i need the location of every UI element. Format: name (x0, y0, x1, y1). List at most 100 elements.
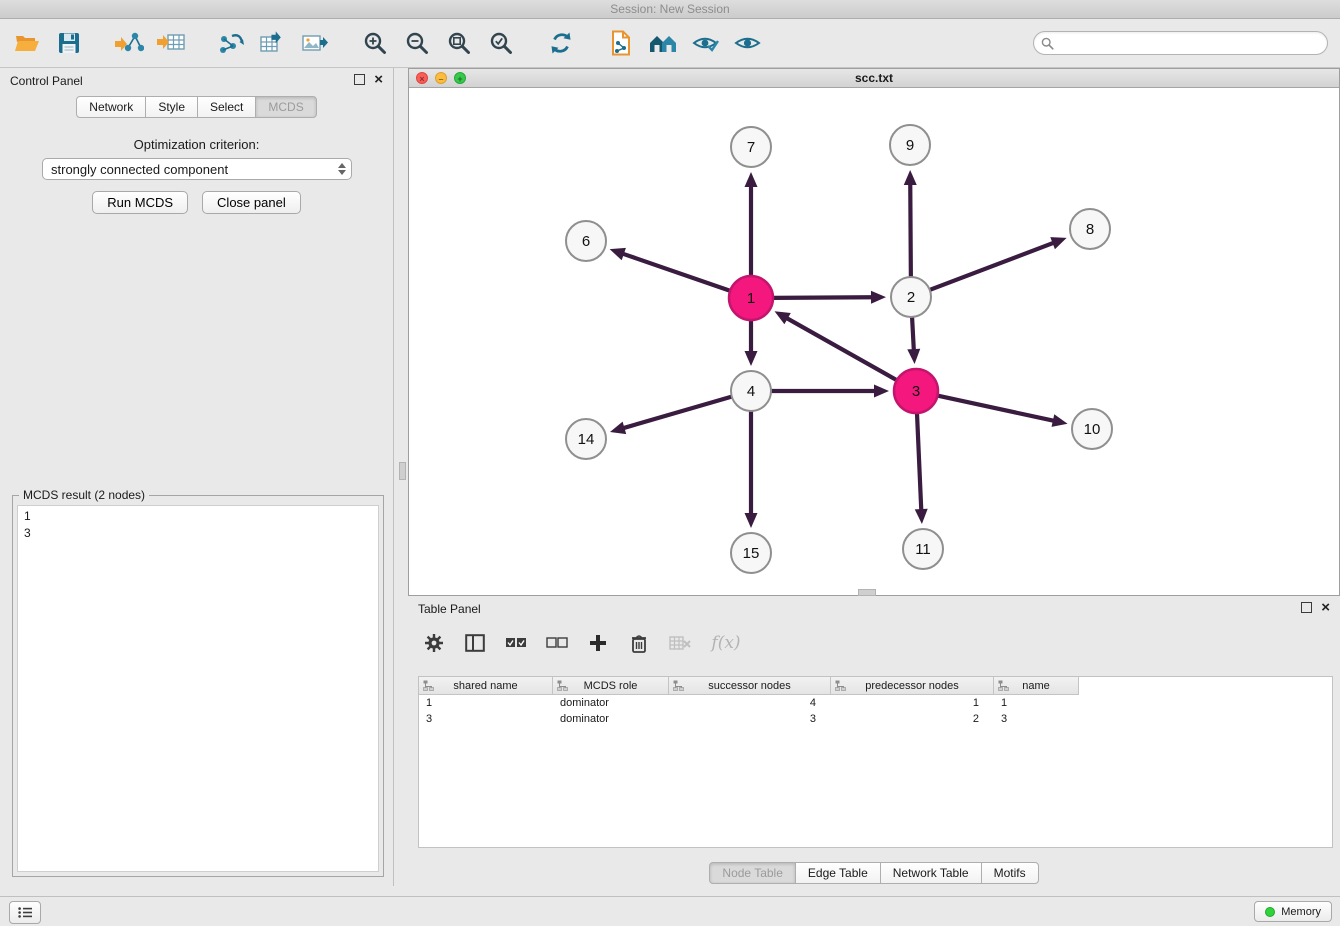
edge-2-8[interactable] (931, 237, 1067, 289)
memory-button[interactable]: Memory (1254, 901, 1332, 922)
status-menu-button[interactable] (9, 901, 41, 924)
show-all-networks-button[interactable] (644, 25, 682, 61)
eye-icon (734, 32, 761, 54)
tab-select[interactable]: Select (197, 96, 256, 118)
column-header-successor-nodes[interactable]: successor nodes (669, 677, 831, 695)
network-view-window: × – + scc.txt 7968124314101511 (408, 68, 1340, 596)
vertical-splitter-handle[interactable] (399, 462, 406, 480)
function-builder-button-disabled[interactable]: f(x) (709, 631, 743, 655)
close-window-icon[interactable]: × (416, 72, 428, 84)
export-image-button[interactable] (296, 25, 334, 61)
zoom-selected-button[interactable] (482, 25, 520, 61)
run-mcds-button[interactable]: Run MCDS (92, 191, 188, 214)
control-panel-header: Control Panel × (0, 68, 393, 94)
zoom-out-button[interactable] (398, 25, 436, 61)
graph-node-9[interactable]: 9 (890, 125, 930, 165)
node-table[interactable]: shared name MCDS role successor nodesprede… (418, 676, 1333, 848)
graph-node-14[interactable]: 14 (566, 419, 606, 459)
edge-4-14[interactable] (610, 397, 731, 434)
zoom-in-button[interactable] (356, 25, 394, 61)
close-panel-icon[interactable]: × (374, 74, 383, 85)
graph-node-4[interactable]: 4 (731, 371, 771, 411)
edge-1-6[interactable] (610, 248, 730, 291)
table-cell: 3 (994, 711, 1079, 727)
search-field[interactable] (1033, 31, 1328, 55)
tab-node-table[interactable]: Node Table (709, 862, 796, 884)
network-canvas-svg[interactable]: 7 9 6 8 1 2 4 3 14 10 15 11 (409, 87, 1339, 596)
graph-node-7[interactable]: 7 (731, 127, 771, 167)
edge-2-3[interactable] (907, 318, 920, 364)
tab-style[interactable]: Style (145, 96, 198, 118)
edge-1-4[interactable] (745, 321, 758, 366)
float-table-panel-icon[interactable] (1301, 602, 1312, 613)
import-network-button[interactable] (110, 25, 148, 61)
column-header-shared-name[interactable]: shared name (419, 677, 553, 695)
graph-node-1[interactable]: 1 (729, 276, 773, 320)
svg-text:1: 1 (747, 290, 755, 307)
plus-icon (589, 634, 607, 652)
criterion-select[interactable]: strongly connected component (42, 158, 352, 180)
memory-status-icon (1265, 907, 1275, 917)
tab-edge-table[interactable]: Edge Table (795, 862, 881, 884)
graph-node-2[interactable]: 2 (891, 277, 931, 317)
tab-network-table[interactable]: Network Table (880, 862, 982, 884)
table-row[interactable]: 1dominator411 (419, 695, 1332, 711)
import-network-icon (114, 31, 144, 55)
graph-node-3[interactable]: 3 (894, 369, 938, 413)
mcds-result-list: 13 (17, 505, 379, 872)
search-input[interactable] (1054, 36, 1327, 50)
deselect-all-columns-button[interactable] (545, 631, 569, 655)
show-graphics-details-button[interactable] (728, 25, 766, 61)
tab-motifs[interactable]: Motifs (981, 862, 1039, 884)
table-row[interactable]: 3dominator323 (419, 711, 1332, 727)
edge-1-2[interactable] (774, 291, 886, 304)
show-column-panel-button[interactable] (463, 631, 487, 655)
refresh-button[interactable] (542, 25, 580, 61)
float-panel-icon[interactable] (354, 74, 365, 85)
delete-column-button[interactable] (627, 631, 651, 655)
graph-node-11[interactable]: 11 (903, 529, 943, 569)
close-table-panel-icon[interactable]: × (1321, 602, 1330, 613)
network-canvas[interactable]: 7 9 6 8 1 2 4 3 14 10 15 11 (409, 87, 1339, 595)
close-panel-button[interactable]: Close panel (202, 191, 301, 214)
table-settings-button[interactable] (422, 631, 446, 655)
zoom-fit-button[interactable] (440, 25, 478, 61)
graph-node-10[interactable]: 10 (1072, 409, 1112, 449)
select-all-columns-button[interactable] (504, 631, 528, 655)
zoom-fit-icon (447, 31, 472, 56)
svg-text:15: 15 (743, 545, 760, 562)
export-network-button[interactable] (212, 25, 250, 61)
graph-node-6[interactable]: 6 (566, 221, 606, 261)
checked-boxes-icon (505, 637, 527, 649)
edge-1-7[interactable] (745, 172, 758, 275)
apply-style-button[interactable] (686, 25, 724, 61)
column-header-MCDS-role[interactable]: MCDS role (553, 677, 669, 695)
create-column-button[interactable] (586, 631, 610, 655)
column-header-predecessor-nodes[interactable]: predecessor nodes (831, 677, 994, 695)
minimize-window-icon[interactable]: – (435, 72, 447, 84)
save-session-button[interactable] (50, 25, 88, 61)
unchecked-boxes-icon (546, 637, 568, 649)
tab-network[interactable]: Network (76, 96, 146, 118)
edge-3-10[interactable] (938, 396, 1067, 427)
edge-3-11[interactable] (915, 414, 928, 524)
new-session-document-button[interactable] (602, 25, 640, 61)
import-table-button[interactable] (152, 25, 190, 61)
open-session-button[interactable] (8, 25, 46, 61)
document-network-icon (609, 30, 633, 56)
gear-icon (424, 633, 444, 653)
horizontal-splitter-handle[interactable] (858, 589, 876, 596)
column-label: MCDS role (584, 680, 638, 692)
edge-4-15[interactable] (745, 412, 758, 528)
export-table-button[interactable] (254, 25, 292, 61)
graph-node-8[interactable]: 8 (1070, 209, 1110, 249)
edge-2-9[interactable] (904, 170, 917, 276)
edge-4-3[interactable] (772, 385, 889, 398)
tab-mcds[interactable]: MCDS (255, 96, 316, 118)
graph-node-15[interactable]: 15 (731, 533, 771, 573)
zoom-window-icon[interactable]: + (454, 72, 466, 84)
svg-text:3: 3 (912, 383, 920, 400)
delete-table-button-disabled[interactable] (668, 631, 692, 655)
column-header-name[interactable]: name (994, 677, 1079, 695)
edge-3-1[interactable] (775, 311, 896, 379)
